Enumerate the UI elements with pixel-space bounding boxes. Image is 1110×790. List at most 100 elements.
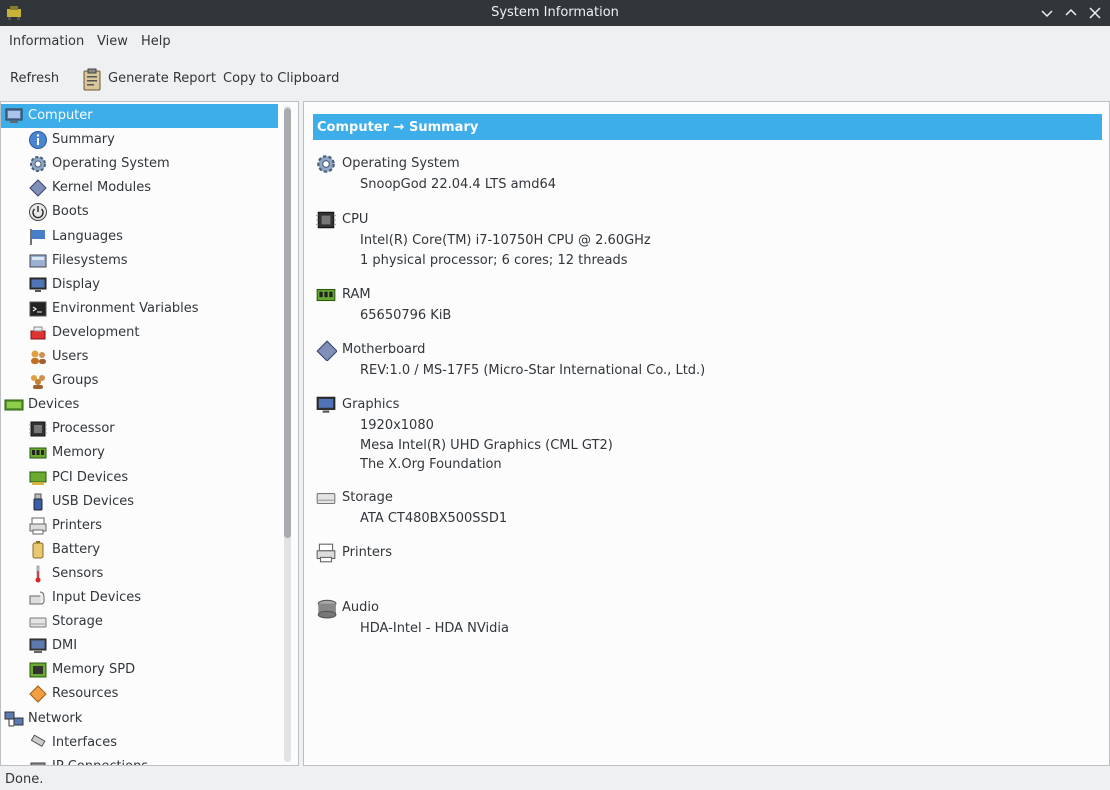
sidebar-item-storage[interactable]: Storage	[1, 610, 278, 634]
sidebar-item-operating-system[interactable]: Operating System	[1, 152, 278, 176]
toolbar: Refresh Generate Report Copy to Clipboar…	[0, 62, 1110, 96]
section-value: The X.Org Foundation	[360, 457, 502, 472]
filesystem-icon	[28, 251, 48, 271]
sidebar-item-display[interactable]: Display	[1, 273, 278, 297]
maximize-icon[interactable]	[1061, 3, 1081, 23]
sidebar-item-processor[interactable]: Processor	[1, 417, 278, 441]
sidebar-item-development[interactable]: Development	[1, 321, 278, 345]
sidebar-item-users[interactable]: Users	[1, 345, 278, 369]
minimize-icon[interactable]	[1037, 3, 1057, 23]
gear-icon	[315, 153, 337, 175]
monitor-icon	[28, 275, 48, 295]
sidebar-item-pci-devices[interactable]: PCI Devices	[1, 466, 278, 490]
audio-icon	[315, 597, 337, 619]
report-clipboard-icon[interactable]	[81, 67, 103, 91]
sidebar-item-languages[interactable]: Languages	[1, 225, 278, 249]
section-value: Intel(R) Core(TM) i7-10750H CPU @ 2.60GH…	[360, 233, 651, 248]
status-text: Done.	[5, 772, 44, 787]
sidebar-item-sensors[interactable]: Sensors	[1, 562, 278, 586]
sidebar-item-memory[interactable]: Memory	[1, 441, 278, 465]
monitor-icon	[315, 394, 337, 416]
sidebar-item-printers[interactable]: Printers	[1, 514, 278, 538]
sidebar-scrollbar[interactable]	[284, 106, 291, 762]
sidebar-item-ip-connections[interactable]: IP Connections	[1, 755, 278, 765]
sidebar-item-summary[interactable]: Summary	[1, 128, 278, 152]
memory-icon	[315, 284, 337, 306]
sidebar-item-computer[interactable]: Computer	[1, 104, 278, 128]
section-title: Operating System	[342, 156, 460, 171]
sidebar-item-dmi[interactable]: DMI	[1, 634, 278, 658]
section-title: Printers	[342, 545, 393, 560]
section-value: Mesa Intel(R) UHD Graphics (CML GT2)	[360, 437, 613, 453]
sidebar-item-label: Operating System	[52, 156, 170, 172]
power-icon	[28, 202, 48, 222]
sidebar-item-label: Kernel Modules	[52, 180, 152, 196]
info-icon	[28, 130, 48, 150]
sidebar-item-label: Boots	[52, 204, 89, 220]
menu-view[interactable]: View	[97, 34, 128, 49]
computer-icon	[4, 106, 24, 126]
sidebar-item-label: Filesystems	[52, 252, 128, 268]
processor-icon	[28, 419, 48, 439]
menu-help[interactable]: Help	[141, 34, 171, 49]
storage-icon	[315, 487, 337, 509]
sidebar-item-kernel-modules[interactable]: Kernel Modules	[1, 176, 278, 200]
section-title: Storage	[342, 490, 393, 505]
usb-icon	[28, 492, 48, 512]
sidebar-item-memory-spd[interactable]: Memory SPD	[1, 658, 278, 682]
close-icon[interactable]	[1085, 3, 1105, 23]
content-header: Computer → Summary	[313, 114, 1102, 140]
resources-icon	[28, 684, 48, 704]
sidebar-item-label: Interfaces	[52, 734, 117, 750]
copy-to-clipboard-button[interactable]: Copy to Clipboard	[223, 71, 339, 86]
sidebar-item-environment-variables[interactable]: Environment Variables	[1, 297, 278, 321]
sidebar-item-interfaces[interactable]: Interfaces	[1, 731, 278, 755]
sidebar-item-label: IP Connections	[52, 759, 148, 765]
storage-icon	[28, 612, 48, 632]
section-value: 1 physical processor; 6 cores; 12 thread…	[360, 252, 628, 268]
sidebar-item-label: DMI	[52, 638, 78, 654]
generate-report-button[interactable]: Generate Report	[108, 71, 216, 86]
sidebar-item-usb-devices[interactable]: USB Devices	[1, 490, 278, 514]
development-icon	[28, 323, 48, 343]
refresh-button[interactable]: Refresh	[10, 71, 59, 86]
status-bar: Done.	[0, 770, 1110, 790]
input-devices-icon	[28, 588, 48, 608]
section-title: CPU	[342, 212, 369, 227]
sidebar-item-label: Devices	[28, 397, 80, 413]
sidebar-item-filesystems[interactable]: Filesystems	[1, 249, 278, 273]
title-bar: System Information	[0, 0, 1110, 26]
sidebar-scrollbar-thumb[interactable]	[284, 108, 291, 538]
flag-icon	[28, 227, 48, 247]
section-value: ATA CT480BX500SSD1	[360, 511, 508, 526]
sidebar-tree[interactable]: Computer Summary Operating System Kernel Mo…	[0, 101, 299, 766]
sidebar-item-label: Development	[52, 324, 140, 340]
groups-icon	[28, 371, 48, 391]
sidebar-item-battery[interactable]: Battery	[1, 538, 278, 562]
menu-information[interactable]: Information	[9, 34, 84, 49]
sidebar-item-groups[interactable]: Groups	[1, 369, 278, 393]
kernel-module-icon	[28, 178, 48, 198]
sidebar-item-label: Users	[52, 349, 89, 364]
sidebar-item-label: Sensors	[52, 565, 104, 581]
sidebar-item-devices[interactable]: Devices	[1, 393, 278, 417]
sidebar-item-input-devices[interactable]: Input Devices	[1, 586, 278, 610]
sidebar-item-boots[interactable]: Boots	[1, 200, 278, 224]
section-value: SnoopGod 22.04.4 LTS amd64	[360, 177, 557, 192]
sidebar-item-network[interactable]: Network	[1, 707, 278, 731]
dmi-icon	[28, 636, 48, 656]
sidebar-item-label: USB Devices	[52, 493, 135, 509]
section-title: Motherboard	[342, 342, 426, 357]
sidebar-item-resources[interactable]: Resources	[1, 682, 278, 706]
terminal-icon	[28, 299, 48, 319]
menu-bar: Information View Help	[0, 28, 1110, 56]
section-title: Graphics	[342, 397, 400, 412]
motherboard-icon	[315, 339, 338, 362]
thermometer-icon	[28, 564, 48, 584]
battery-icon	[28, 540, 48, 560]
sidebar-item-label: Memory SPD	[52, 662, 136, 678]
sidebar-item-label: Languages	[52, 228, 123, 244]
sidebar-item-label: Network	[28, 710, 83, 726]
sidebar-item-label: Memory	[52, 445, 105, 461]
section-title: Audio	[342, 600, 379, 615]
